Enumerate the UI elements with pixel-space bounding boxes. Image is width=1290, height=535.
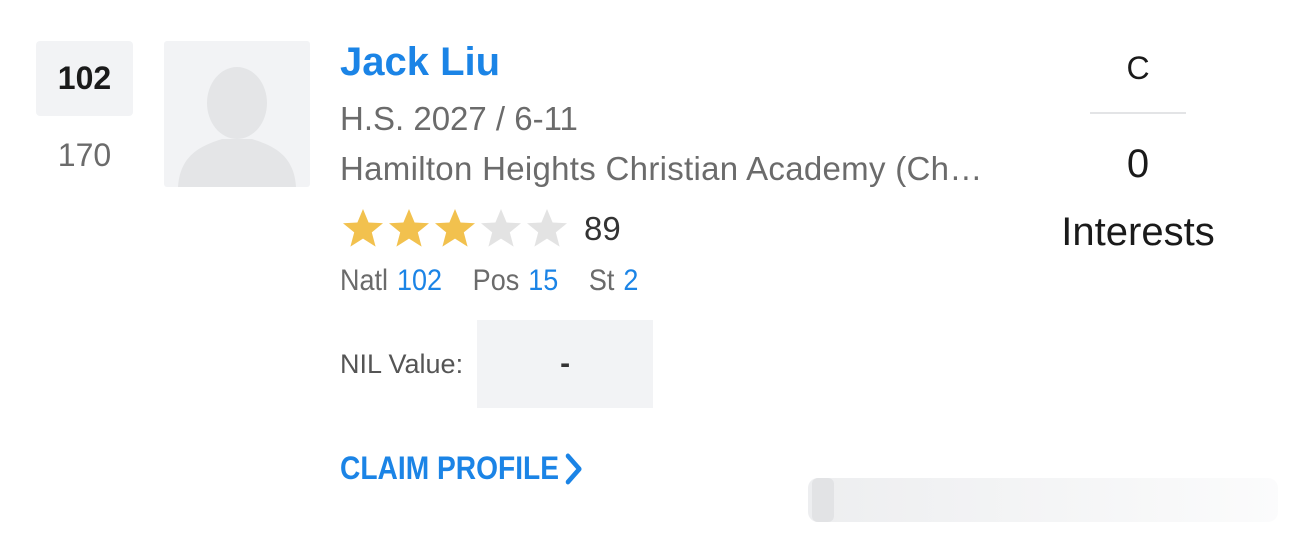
position-interest-column: C 0 Interests [1040, 40, 1236, 256]
rank-box: 102 [36, 41, 133, 116]
ranking-pos[interactable]: Pos 15 [473, 264, 559, 298]
current-rank: 102 [57, 60, 112, 96]
nil-label: NIL Value: [340, 348, 464, 379]
ranking-label: Pos [472, 264, 520, 297]
ranking-value[interactable]: 2 [623, 264, 638, 297]
avatar[interactable] [164, 41, 310, 187]
interest-count[interactable]: 0 [1040, 138, 1236, 190]
star-filled-icon [432, 206, 478, 252]
chevron-right-icon [565, 453, 582, 484]
star-empty-icon [478, 206, 524, 252]
interest-label[interactable]: Interests [1040, 208, 1236, 256]
rating-row: 89 [340, 204, 621, 254]
nil-value: - [477, 320, 654, 408]
ranking-label: St [588, 264, 615, 297]
rankings-row: Natl 102 Pos 15 St 2 [340, 264, 669, 298]
star-filled-icon [340, 206, 386, 252]
ranking-st[interactable]: St 2 [589, 264, 639, 298]
person-silhouette-icon [178, 67, 296, 187]
star-rating [340, 206, 570, 252]
star-empty-icon [524, 206, 570, 252]
school-name: Hamilton Heights Christian Academy (Chat… [340, 150, 1000, 187]
position: C [1126, 50, 1150, 86]
horizontal-scrollbar[interactable] [808, 478, 1278, 522]
player-name-link[interactable]: Jack Liu [340, 40, 500, 85]
claim-profile-link[interactable]: CLAIM PROFILE [340, 450, 584, 487]
ranking-natl[interactable]: Natl 102 [340, 264, 442, 298]
ranking-value[interactable]: 15 [528, 264, 558, 297]
class-height: H.S. 2027 / 6-11 [340, 100, 578, 137]
ranking-value[interactable]: 102 [397, 264, 442, 297]
nil-row: NIL Value: - [340, 320, 654, 408]
scrollbar-grip[interactable] [812, 478, 834, 522]
claim-profile-label: CLAIM PROFILE [340, 450, 560, 486]
divider [1090, 112, 1186, 114]
ranking-label: Natl [340, 264, 389, 297]
rating-score: 89 [584, 210, 621, 247]
star-filled-icon [386, 206, 432, 252]
previous-rank: 170 [57, 137, 112, 173]
